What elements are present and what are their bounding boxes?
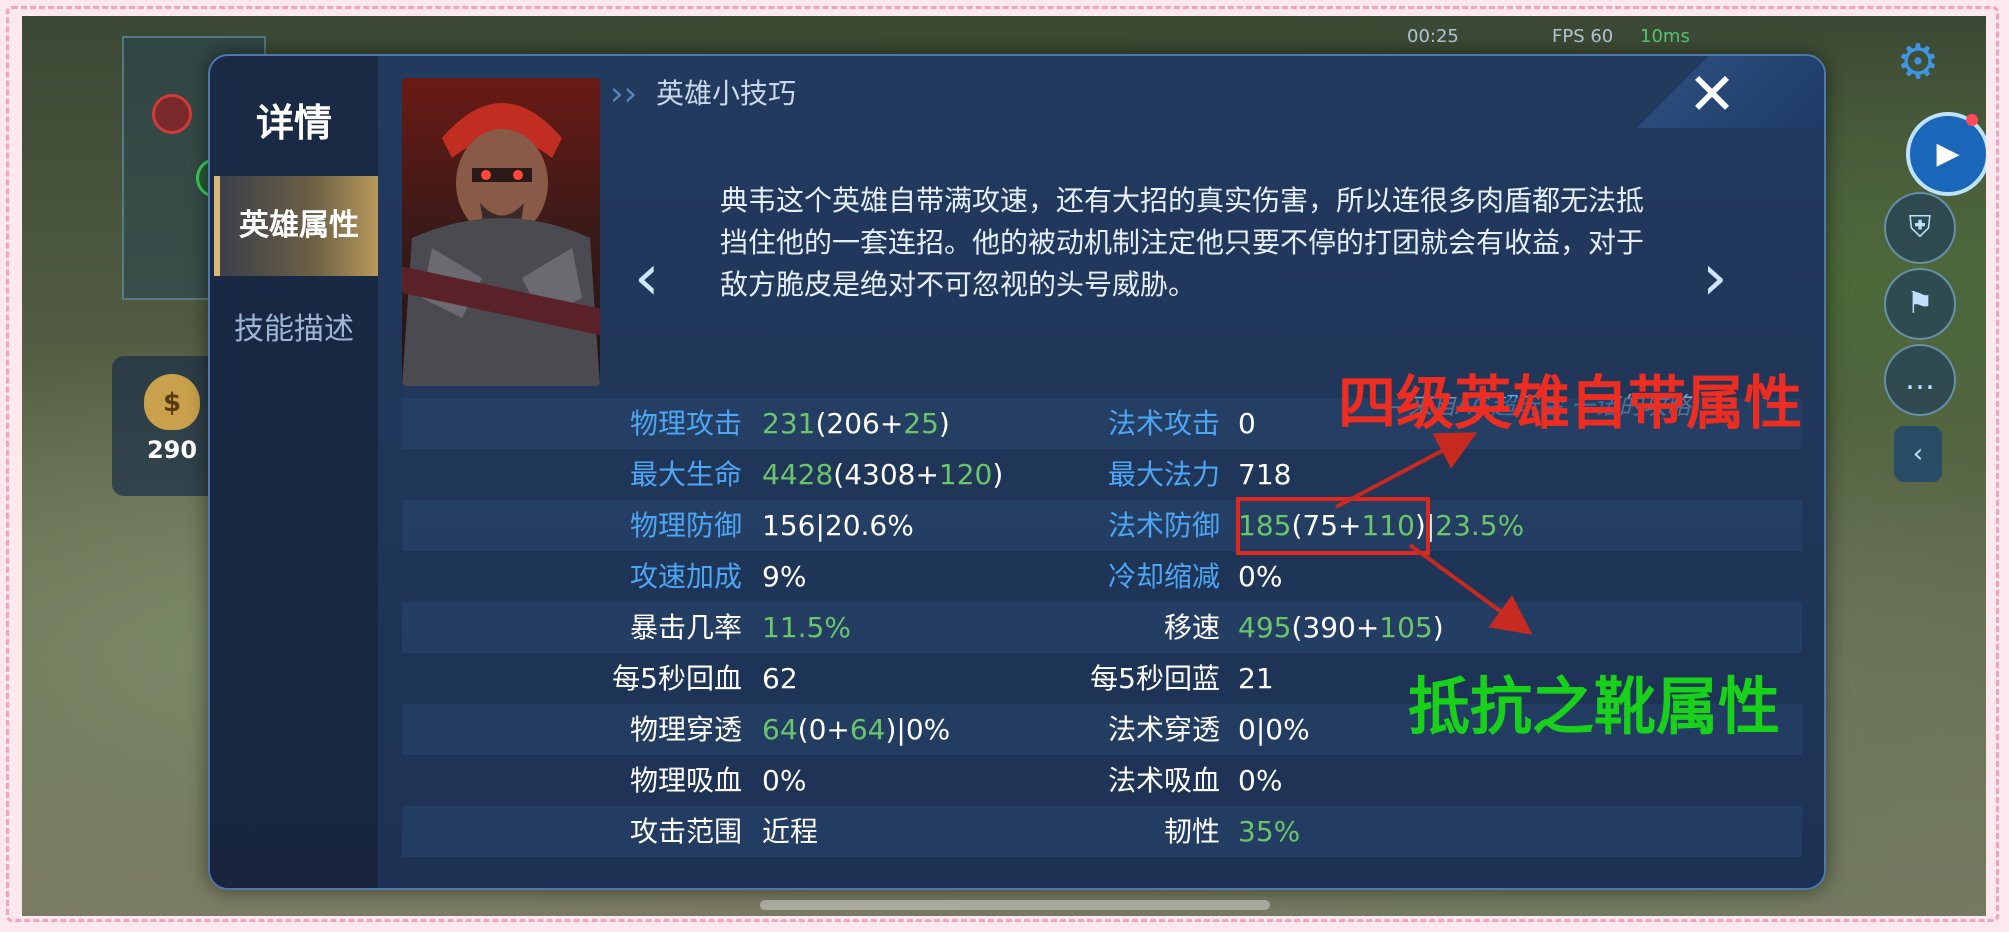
arrow-to-red-label <box>1335 432 1478 509</box>
annotation-green-label: 抵抗之靴属性 <box>1408 670 1781 743</box>
arrow-to-green-label <box>1408 543 1533 635</box>
annotation-arrows <box>1335 432 1533 635</box>
annotation-red-label: 四级英雄自带属性 <box>1338 369 1803 437</box>
scrollbar[interactable] <box>760 900 1270 910</box>
